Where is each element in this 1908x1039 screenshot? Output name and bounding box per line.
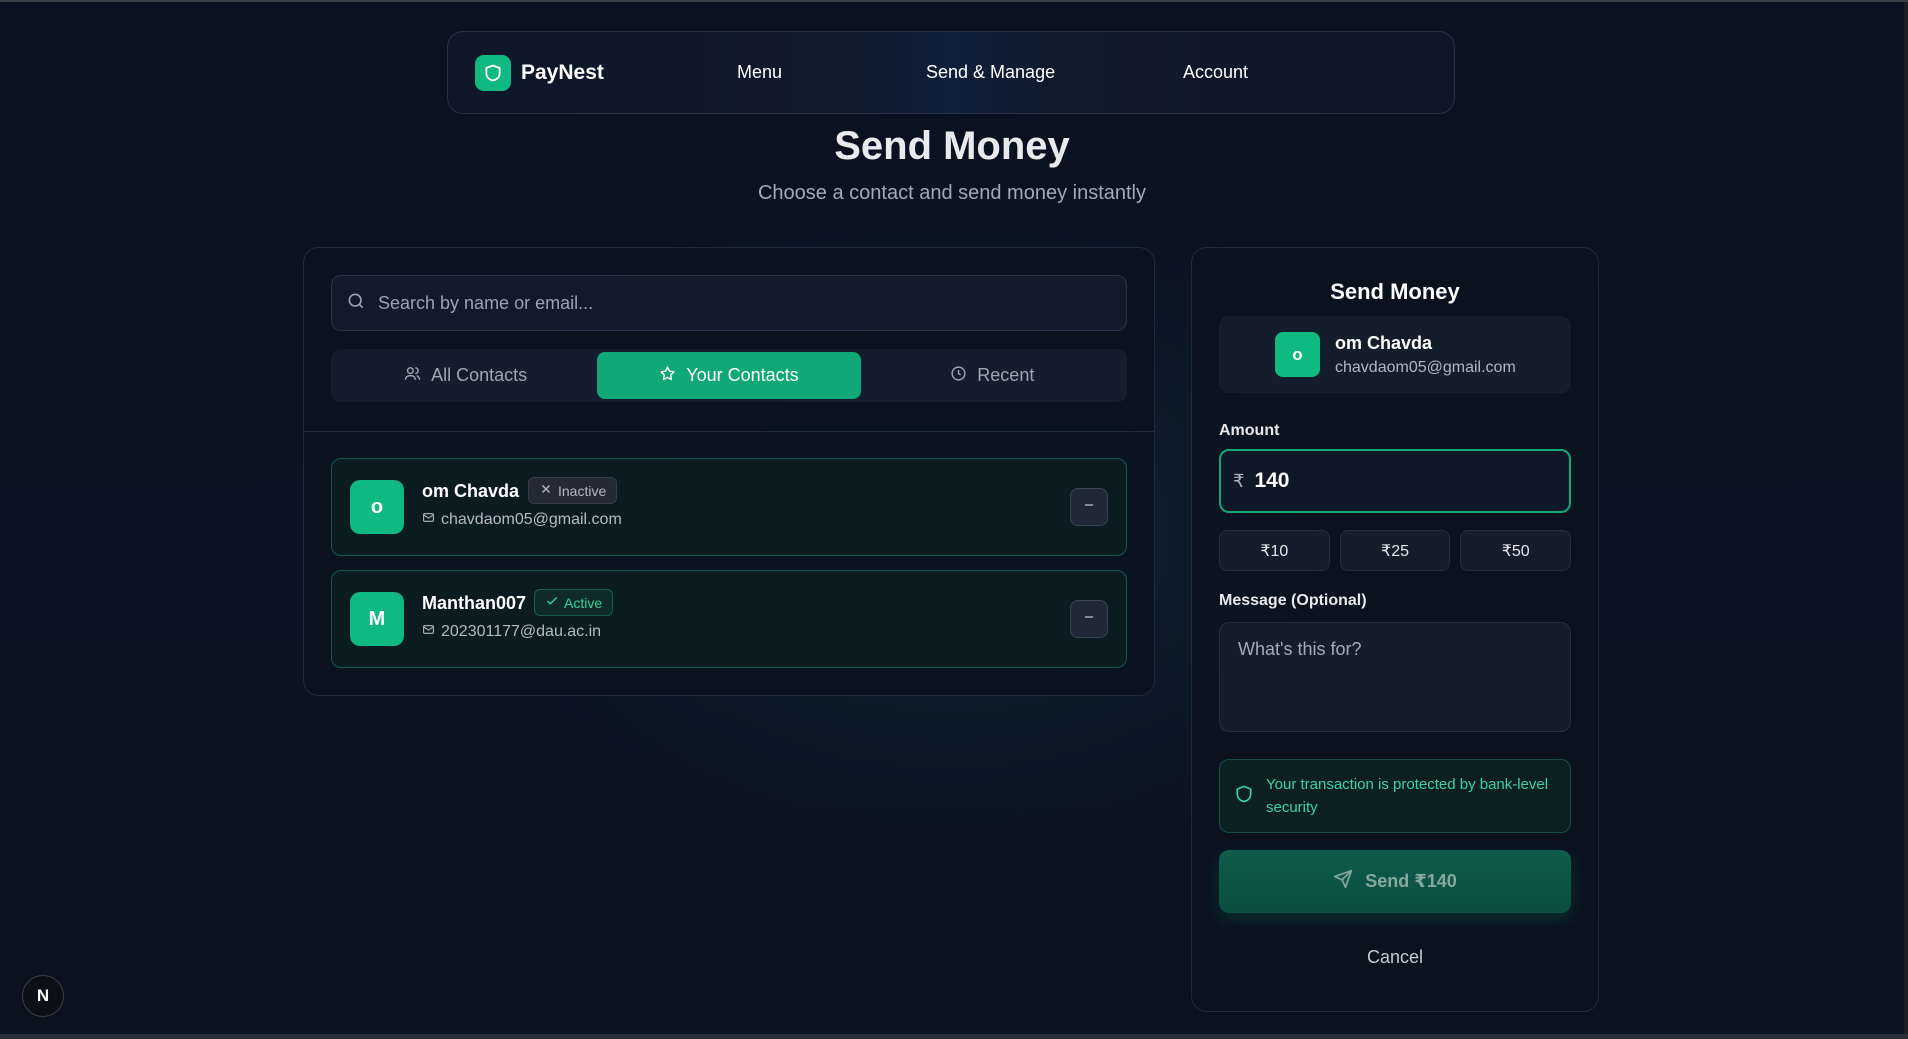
send-money-panel: Send Money o om Chavda chavdaom05@gmail.…	[1191, 247, 1599, 1012]
selected-recipient: o om Chavda chavdaom05@gmail.com	[1219, 316, 1571, 393]
nav-link-send-manage[interactable]: Send & Manage	[926, 62, 1055, 83]
check-icon	[545, 594, 559, 611]
remove-contact-button[interactable]	[1070, 488, 1108, 526]
contact-email-text: 202301177@dau.ac.in	[441, 623, 602, 640]
x-icon	[539, 482, 553, 499]
tab-your-contacts[interactable]: Your Contacts	[597, 352, 861, 399]
mail-icon	[422, 623, 435, 641]
avatar: o	[1275, 332, 1320, 377]
amount-label: Amount	[1219, 422, 1280, 439]
nav-link-account[interactable]: Account	[1183, 62, 1248, 83]
contact-name: Manthan007	[422, 593, 527, 613]
contact-tabs: All Contacts Your Contacts Recent	[331, 349, 1127, 402]
recipient-name: om Chavda	[1335, 333, 1433, 353]
users-icon	[404, 365, 421, 387]
mail-icon	[422, 511, 435, 529]
tab-label: All Contacts	[431, 365, 528, 385]
brand[interactable]: PayNest	[475, 55, 604, 91]
window-bottom-border	[0, 1034, 1908, 1039]
status-label: Inactive	[558, 482, 607, 499]
tab-label: Your Contacts	[686, 365, 799, 385]
avatar: M	[350, 592, 404, 646]
page-subtitle: Choose a contact and send money instantl…	[757, 182, 1147, 204]
contact-email-text: chavdaom05@gmail.com	[441, 511, 622, 528]
contact-email: chavdaom05@gmail.com	[422, 511, 622, 529]
remove-contact-button[interactable]	[1070, 600, 1108, 638]
security-text: Your transaction is protected by bank-le…	[1266, 776, 1549, 816]
quick-amount-button[interactable]: ₹25	[1339, 530, 1451, 571]
dev-tools-badge[interactable]: N	[22, 975, 64, 1017]
security-note: Your transaction is protected by bank-le…	[1219, 759, 1571, 833]
minus-icon	[1082, 610, 1096, 629]
avatar: o	[350, 480, 404, 534]
minus-icon	[1082, 498, 1096, 517]
message-input[interactable]	[1238, 639, 1552, 715]
search-input[interactable]	[378, 292, 1118, 314]
status-label: Active	[564, 594, 603, 611]
star-icon	[659, 365, 676, 387]
amount-field[interactable]: ₹	[1219, 449, 1571, 513]
send-button[interactable]: Send ₹140	[1219, 850, 1571, 913]
clock-icon	[950, 365, 967, 387]
currency-symbol: ₹	[1233, 470, 1245, 491]
status-badge-active: Active	[534, 589, 614, 616]
navbar: PayNest Menu Send & Manage Account	[447, 31, 1455, 114]
tab-recent[interactable]: Recent	[861, 352, 1124, 399]
quick-amount-button[interactable]: ₹10	[1219, 530, 1330, 571]
quick-amount-button[interactable]: ₹50	[1460, 530, 1572, 571]
recipient-email: chavdaom05@gmail.com	[1335, 359, 1516, 376]
send-icon	[1333, 869, 1353, 894]
shield-icon	[1234, 784, 1254, 809]
contact-name: om Chavda	[422, 481, 520, 501]
status-badge-inactive: Inactive	[528, 477, 618, 504]
page-title: Send Money	[834, 124, 1070, 168]
shield-logo-icon	[475, 55, 511, 91]
tab-all-contacts[interactable]: All Contacts	[334, 352, 597, 399]
message-label: Message (Optional)	[1219, 592, 1367, 609]
contact-card[interactable]: o om Chavda Inactive chavdaom05@gmail.co…	[331, 458, 1127, 556]
nav-link-menu[interactable]: Menu	[737, 62, 782, 83]
send-button-label: Send ₹140	[1365, 871, 1457, 891]
amount-input[interactable]	[1254, 469, 1545, 493]
send-panel-title: Send Money	[1330, 279, 1460, 304]
search-box[interactable]	[331, 275, 1127, 331]
app-background: PayNest Menu Send & Manage Account Send …	[0, 2, 1904, 1034]
cancel-button[interactable]: Cancel	[1192, 947, 1598, 968]
divider	[304, 431, 1154, 432]
message-field[interactable]	[1219, 622, 1571, 732]
quick-amounts: ₹10 ₹25 ₹50	[1219, 530, 1572, 571]
contact-email: 202301177@dau.ac.in	[422, 623, 601, 641]
brand-name: PayNest	[521, 61, 604, 84]
contact-card[interactable]: M Manthan007 Active 202301177@dau.ac.in	[331, 570, 1127, 668]
search-icon	[346, 291, 366, 316]
contacts-panel: All Contacts Your Contacts Recent o om C…	[303, 247, 1155, 696]
tab-label: Recent	[977, 365, 1035, 385]
scrollbar[interactable]	[1904, 2, 1908, 1034]
